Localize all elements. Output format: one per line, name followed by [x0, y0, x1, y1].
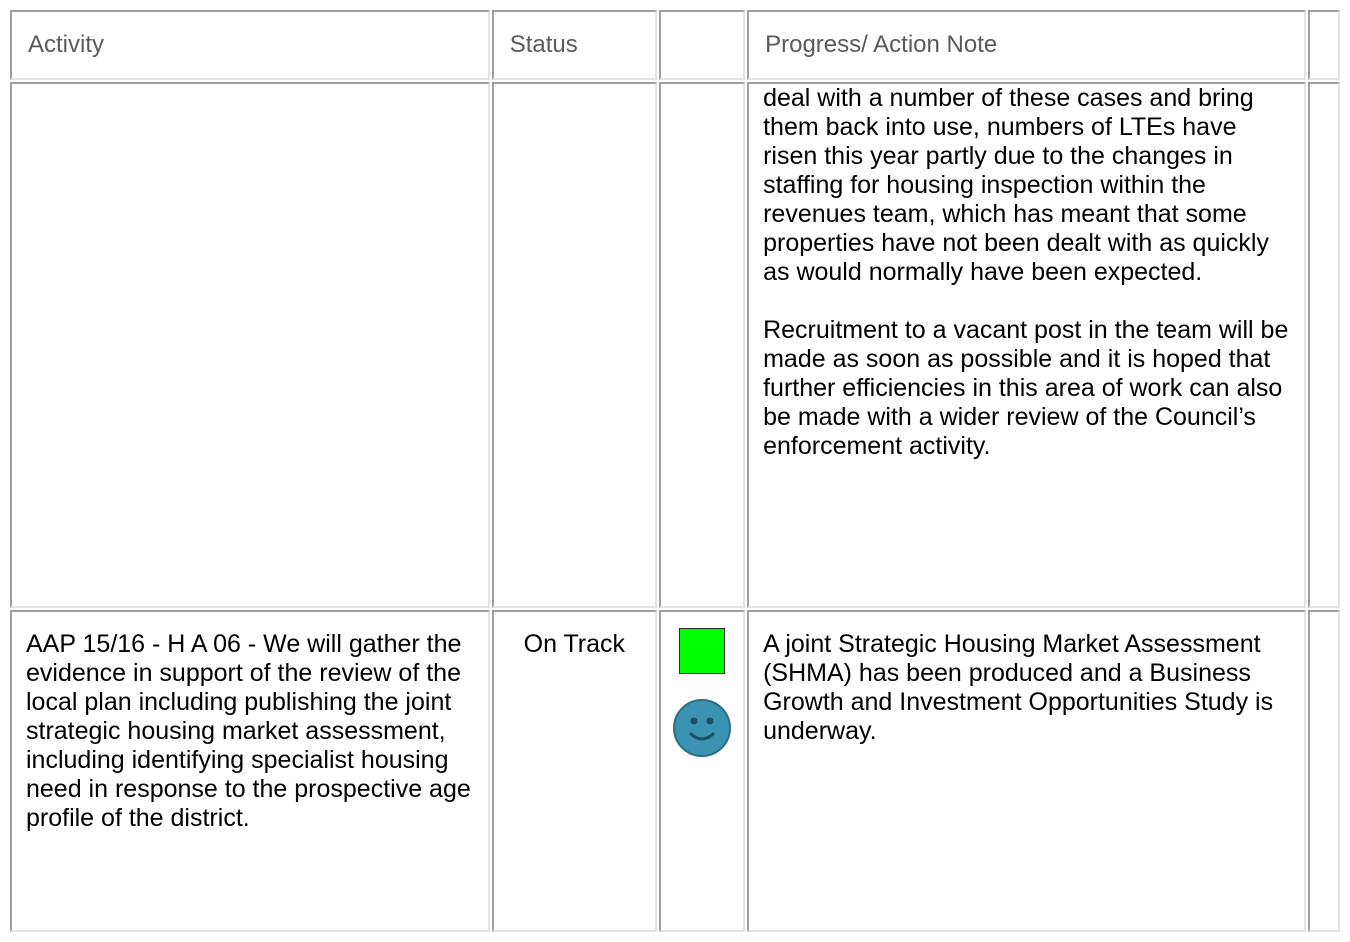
status-cell: [491, 82, 657, 608]
green-square-icon: [679, 628, 726, 674]
table-row: deal with a number of these cases and br…: [10, 82, 1340, 608]
header-activity: Activity: [10, 10, 490, 80]
indicator-cell: [658, 82, 746, 608]
progress-table: Activity Status Progress/ Action Note de…: [8, 8, 1342, 934]
progress-paragraph: deal with a number of these cases and br…: [763, 84, 1269, 286]
progress-cell: A joint Strategic Housing Market Assessm…: [747, 610, 1306, 932]
progress-cell: deal with a number of these cases and br…: [747, 82, 1306, 608]
extra-cell: [1307, 82, 1340, 608]
header-extra: [1307, 10, 1340, 80]
extra-cell: [1307, 610, 1340, 932]
activity-cell: AAP 15/16 - H A 06 - We will gather the …: [10, 610, 490, 932]
progress-paragraph: A joint Strategic Housing Market Assessm…: [763, 630, 1274, 745]
header-progress-note: Progress/ Action Note: [747, 10, 1306, 80]
indicator-cell: [658, 610, 746, 932]
table-row: AAP 15/16 - H A 06 - We will gather the …: [10, 610, 1340, 932]
progress-paragraph: Recruitment to a vacant post in the team…: [763, 316, 1289, 460]
header-row: Activity Status Progress/ Action Note: [10, 10, 1340, 80]
status-text: [494, 84, 655, 102]
report-page: Activity Status Progress/ Action Note de…: [8, 8, 1342, 942]
activity-text: AAP 15/16 - H A 06 - We will gather the …: [26, 630, 471, 832]
activity-text: [12, 84, 488, 86]
header-indicator: [658, 10, 746, 80]
status-text: On Track: [523, 630, 626, 658]
status-cell: On Track: [491, 610, 657, 932]
activity-cell: [10, 82, 490, 608]
header-status: Status: [491, 10, 657, 80]
smiley-face-icon: [673, 699, 732, 757]
